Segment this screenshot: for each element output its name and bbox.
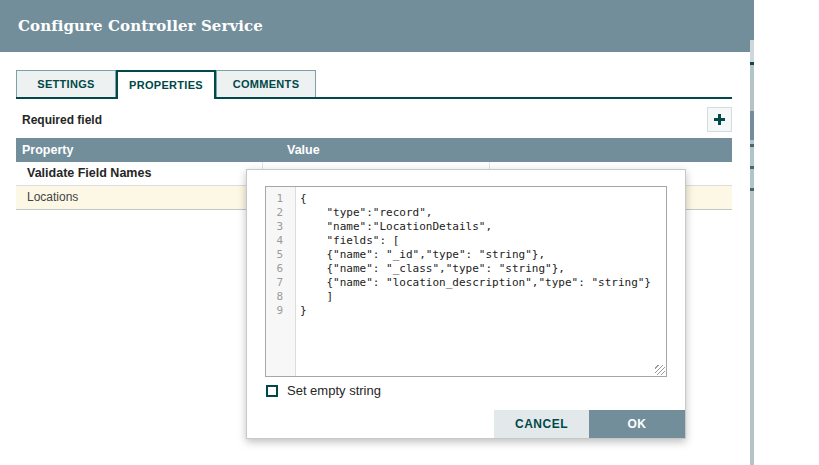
code-line: ] (290, 290, 333, 304)
line-number: 1 (266, 192, 290, 206)
dialog-title: Configure Controller Service (18, 0, 263, 52)
code-line: {"name": "location_description","type": … (290, 276, 651, 290)
line-number: 4 (266, 234, 290, 248)
popup-buttons: CANCEL OK (494, 410, 685, 438)
code-line: { (290, 192, 307, 206)
tab-bar: SETTINGS PROPERTIES COMMENTS (16, 70, 732, 99)
column-header-property: Property (22, 138, 73, 162)
line-number: 9 (266, 304, 290, 318)
set-empty-string-label: Set empty string (287, 383, 381, 398)
table-header: Property Value (16, 138, 732, 162)
tab-properties[interactable]: PROPERTIES (116, 70, 216, 99)
ok-button[interactable]: OK (589, 410, 685, 438)
sliver-light (750, 40, 754, 62)
code-line: "fields": [ (290, 234, 399, 248)
sliver-slate-block (750, 111, 754, 140)
code-lines: 1{ 2 "type":"record", 3 "name":"Location… (266, 192, 666, 318)
code-line: {"name": "_class","type": "string"}, (290, 262, 565, 276)
line-number: 7 (266, 276, 290, 290)
sliver-dark-line (750, 62, 754, 65)
code-line: {"name": "_id","type": "string"}, (290, 248, 545, 262)
sliver-speck (750, 188, 754, 191)
background-page-sliver (750, 0, 754, 465)
line-number: 6 (266, 262, 290, 276)
value-editor[interactable]: 1{ 2 "type":"record", 3 "name":"Location… (265, 186, 667, 377)
tab-comments[interactable]: COMMENTS (216, 70, 316, 97)
sliver-speck (750, 144, 754, 147)
code-line: } (290, 304, 307, 318)
code-line: "name":"LocationDetails", (290, 220, 492, 234)
add-property-button[interactable] (707, 107, 732, 132)
line-number: 5 (266, 248, 290, 262)
value-editor-popup: 1{ 2 "type":"record", 3 "name":"Location… (246, 169, 686, 439)
line-number: 8 (266, 290, 290, 304)
required-field-label: Required field (22, 113, 102, 127)
line-number: 3 (266, 220, 290, 234)
line-number: 2 (266, 206, 290, 220)
resize-handle[interactable] (655, 365, 665, 375)
code-line: "type":"record", (290, 206, 432, 220)
dialog-header: Configure Controller Service (0, 0, 750, 52)
sliver-header (750, 0, 754, 40)
tab-settings[interactable]: SETTINGS (16, 70, 116, 97)
cancel-button[interactable]: CANCEL (494, 410, 589, 438)
column-header-value: Value (287, 138, 320, 162)
page: Configure Controller Service SETTINGS PR… (0, 0, 819, 465)
set-empty-string-checkbox[interactable] (266, 385, 278, 397)
sliver-speck (750, 166, 754, 169)
